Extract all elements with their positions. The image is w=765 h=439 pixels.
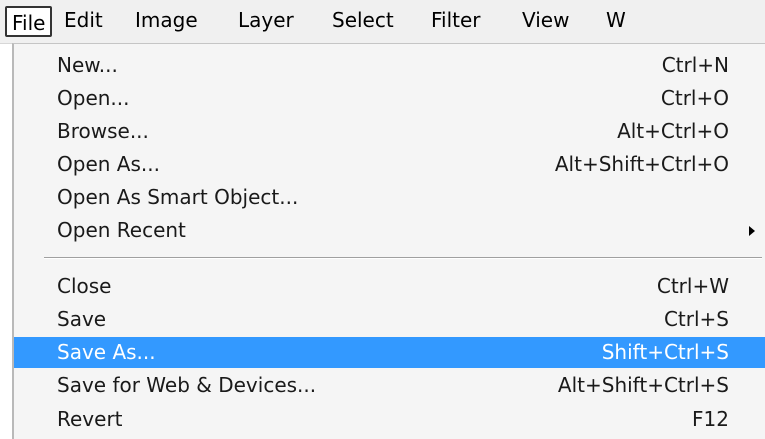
submenu-arrow-icon xyxy=(749,226,755,236)
menu-item-close[interactable]: Close Ctrl+W xyxy=(14,271,765,302)
menu-item-shortcut: Alt+Ctrl+O xyxy=(617,119,729,143)
app-screen: File Edit Image Layer Select Filter View… xyxy=(0,0,765,439)
menu-select[interactable]: Select xyxy=(332,7,394,34)
menu-item-label: Open As... xyxy=(57,152,160,176)
menu-item-shortcut: Ctrl+W xyxy=(656,274,729,298)
menu-file[interactable]: File xyxy=(5,6,53,37)
menu-item-label: Save As... xyxy=(57,340,156,364)
menu-item-shortcut: F12 xyxy=(692,407,729,431)
menu-item-label: Close xyxy=(57,274,112,298)
menu-view[interactable]: View xyxy=(522,7,569,34)
menu-filter[interactable]: Filter xyxy=(431,7,481,34)
menu-item-save[interactable]: Save Ctrl+S xyxy=(14,304,765,335)
menu-separator xyxy=(44,257,762,259)
menu-bar: File Edit Image Layer Select Filter View… xyxy=(0,0,765,44)
menu-item-open-as[interactable]: Open As... Alt+Shift+Ctrl+O xyxy=(14,149,765,180)
menu-item-shortcut: Alt+Shift+Ctrl+S xyxy=(557,373,729,397)
file-menu-dropdown: New... Ctrl+N Open... Ctrl+O Browse... A… xyxy=(12,43,765,439)
menu-item-revert[interactable]: Revert F12 xyxy=(14,404,765,435)
menu-layer[interactable]: Layer xyxy=(238,7,294,34)
menu-item-shortcut: Ctrl+S xyxy=(663,307,729,331)
menu-item-browse[interactable]: Browse... Alt+Ctrl+O xyxy=(14,116,765,147)
menu-item-open[interactable]: Open... Ctrl+O xyxy=(14,83,765,114)
menu-item-shortcut: Alt+Shift+Ctrl+O xyxy=(554,152,729,176)
menu-item-new[interactable]: New... Ctrl+N xyxy=(14,50,765,81)
menu-item-open-as-smart-object[interactable]: Open As Smart Object... xyxy=(14,182,765,213)
menu-item-save-as[interactable]: Save As... Shift+Ctrl+S xyxy=(14,337,765,368)
menu-item-label: Save xyxy=(57,307,107,331)
menu-item-label: Open As Smart Object... xyxy=(57,185,299,209)
menu-item-shortcut: Shift+Ctrl+S xyxy=(601,340,729,364)
menu-item-label: Browse... xyxy=(57,119,149,143)
menu-item-shortcut: Ctrl+O xyxy=(660,86,729,110)
menu-item-label: New... xyxy=(57,53,118,77)
menu-item-label: Open... xyxy=(57,86,130,110)
menu-image[interactable]: Image xyxy=(135,7,198,34)
menu-edit[interactable]: Edit xyxy=(64,7,103,34)
menu-item-shortcut: Ctrl+N xyxy=(661,53,729,77)
menu-window[interactable]: W xyxy=(606,7,626,34)
menu-item-open-recent[interactable]: Open Recent xyxy=(14,215,765,246)
menu-item-save-for-web[interactable]: Save for Web & Devices... Alt+Shift+Ctrl… xyxy=(14,370,765,401)
menu-item-label: Revert xyxy=(57,407,123,431)
menu-item-label: Open Recent xyxy=(57,218,186,242)
menu-item-label: Save for Web & Devices... xyxy=(57,373,317,397)
